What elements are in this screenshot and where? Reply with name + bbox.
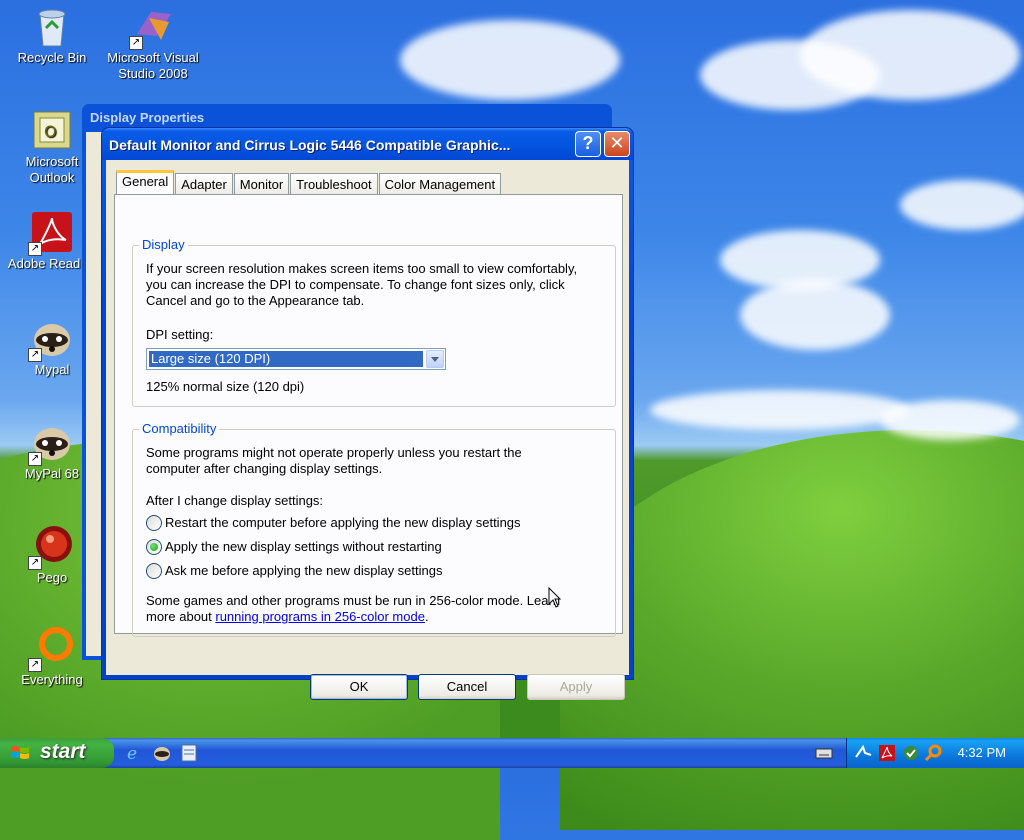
recycle-bin-icon: [30, 4, 74, 48]
chevron-down-icon[interactable]: [426, 350, 444, 368]
start-label: start: [40, 740, 86, 763]
display-description-line-3: Cancel and go to the Appearance tab.: [146, 293, 365, 308]
compatibility-group-title: Compatibility: [139, 421, 220, 436]
desktop-icon-visual-studio[interactable]: ↗ Microsoft Visual Studio 2008: [103, 4, 203, 82]
tab-monitor[interactable]: Monitor: [233, 173, 290, 195]
system-tray: 4:32 PM: [846, 738, 1024, 768]
games-text-prefix: more about: [146, 609, 216, 624]
adobe-reader-icon: ↗: [28, 210, 74, 256]
windows-logo-icon: [11, 746, 29, 759]
desktop-icon-label: Recycle Bin: [17, 50, 87, 65]
clock[interactable]: 4:32 PM: [958, 745, 1006, 760]
mypal-icon: ↗: [28, 316, 74, 362]
compatibility-group: Compatibility Some programs might not op…: [132, 421, 616, 637]
update-icon[interactable]: [901, 743, 921, 763]
start-button[interactable]: start: [0, 738, 114, 768]
radio-apply-without-restart-label[interactable]: Apply the new display settings without r…: [165, 539, 442, 555]
notepad-icon[interactable]: [179, 743, 199, 763]
mouse-cursor-icon: [548, 587, 562, 608]
radio-ask-me[interactable]: [146, 563, 162, 579]
mypal-icon: ↗: [28, 420, 74, 466]
display-group-title: Display: [139, 237, 188, 252]
after-change-label: After I change display settings:: [146, 493, 324, 508]
games-text-line-1: Some games and other programs must be ru…: [146, 593, 561, 608]
adobe-icon[interactable]: [877, 743, 897, 763]
general-tab-page: Display If your screen resolution makes …: [114, 194, 623, 637]
dialog-titlebar[interactable]: Default Monitor and Cirrus Logic 5446 Co…: [102, 128, 633, 160]
display-description-line-2: you can increase the DPI to compensate. …: [146, 277, 565, 292]
dpi-selected-value: Large size (120 DPI): [149, 351, 423, 367]
256-color-mode-link[interactable]: running programs in 256-color mode: [215, 609, 425, 624]
keyboard-icon[interactable]: [814, 743, 834, 763]
apply-button[interactable]: Apply: [527, 674, 625, 700]
desktop-icon-label: Everything: [21, 672, 83, 687]
taskbar: start e 4:32 PM: [0, 738, 1024, 768]
compat-text-line-2: computer after changing display settings…: [146, 461, 383, 476]
ok-button[interactable]: OK: [310, 674, 408, 700]
dialog-title: Default Monitor and Cirrus Logic 5446 Co…: [109, 137, 511, 153]
mypal-icon[interactable]: [152, 743, 172, 763]
close-button[interactable]: ✕: [604, 131, 630, 157]
tab-strip: General Adapter Monitor Troubleshoot Col…: [116, 170, 502, 195]
internet-explorer-icon[interactable]: e: [124, 743, 144, 763]
radio-apply-without-restart[interactable]: [146, 539, 162, 555]
compat-text-line-1: Some programs might not operate properly…: [146, 445, 522, 460]
network-icon[interactable]: [853, 743, 873, 763]
tab-adapter[interactable]: Adapter: [175, 173, 233, 195]
games-text-suffix: .: [424, 609, 429, 624]
outlook-icon: O: [30, 108, 74, 152]
radio-ask-me-label[interactable]: Ask me before applying the new display s…: [165, 563, 443, 579]
everything-search-icon: ↗: [28, 626, 74, 672]
radio-restart-computer[interactable]: [146, 515, 162, 531]
dpi-setting-select[interactable]: Large size (120 DPI): [146, 348, 446, 370]
games-text-line-2: more about running programs in 256-color…: [146, 609, 429, 625]
tab-troubleshoot[interactable]: Troubleshoot: [290, 173, 378, 195]
svg-text:O: O: [44, 122, 57, 141]
help-button[interactable]: ?: [575, 131, 601, 157]
search-icon[interactable]: [923, 743, 943, 763]
cancel-button[interactable]: Cancel: [418, 674, 516, 700]
window-title: Display Properties: [90, 110, 205, 125]
desktop-icon-label: Microsoft Visual Studio 2008: [107, 50, 199, 81]
display-group: Display If your screen resolution makes …: [132, 237, 616, 407]
dpi-setting-label: DPI setting:: [146, 327, 214, 342]
desktop-icon-recycle-bin[interactable]: Recycle Bin: [2, 4, 102, 66]
display-description-line-1: If your screen resolution makes screen i…: [146, 261, 578, 276]
radio-restart-computer-label[interactable]: Restart the computer before applying the…: [165, 515, 521, 531]
dpi-scale-note: 125% normal size (120 dpi): [146, 379, 305, 394]
svg-text:e: e: [127, 744, 137, 763]
tab-color-management[interactable]: Color Management: [378, 173, 502, 195]
tab-general[interactable]: General: [116, 170, 175, 195]
visual-studio-icon: ↗: [129, 4, 175, 50]
pego-icon: ↗: [28, 524, 74, 570]
